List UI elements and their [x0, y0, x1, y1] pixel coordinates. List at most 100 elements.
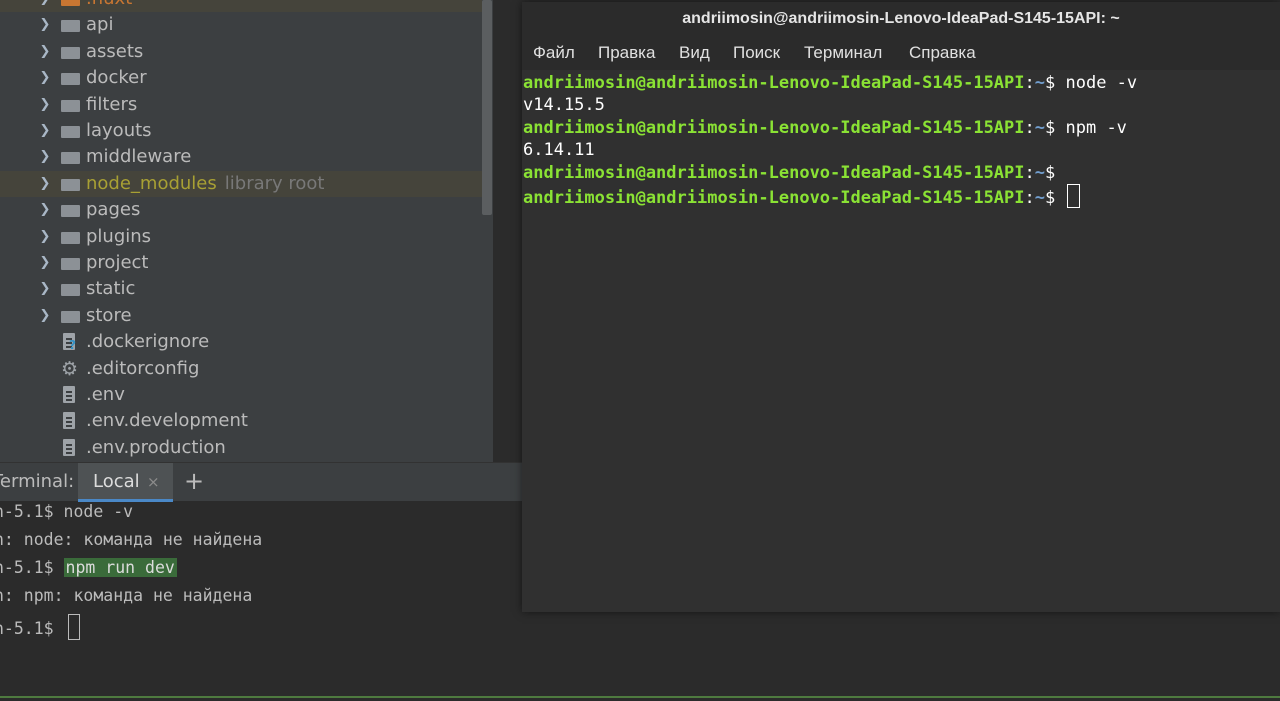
tree-item[interactable]: .env: [0, 382, 482, 408]
project-tree: ❯ .nuxt ❯ api ❯ assets ❯ docker ❯ filters ❯ layouts…: [0, 0, 493, 462]
tree-item[interactable]: ❯ pages: [0, 197, 482, 223]
system-terminal-output[interactable]: andriimosin@andriimosin-Lenovo-IdeaPad-S…: [522, 70, 1280, 612]
prompt-colon: :: [1024, 73, 1035, 93]
chevron-right-icon[interactable]: ❯: [38, 43, 52, 61]
tree-item[interactable]: ❯ api: [0, 12, 482, 38]
chevron-right-icon[interactable]: ❯: [38, 0, 52, 8]
menu-item[interactable]: Вид: [679, 43, 710, 63]
tree-item-name: docker: [86, 67, 147, 89]
tree-item-name: .env: [86, 384, 125, 405]
tree-scrollbar[interactable]: [482, 0, 492, 215]
folder-icon: [61, 256, 80, 270]
terminal-line: h: npm: команда не найдена: [0, 586, 252, 605]
terminal-text: npm run dev: [63, 558, 177, 577]
prompt-colon: :: [1024, 188, 1035, 208]
chevron-right-icon[interactable]: ❯: [38, 16, 52, 34]
tree-item[interactable]: ? .dockerignore: [0, 329, 482, 355]
folder-icon: [61, 124, 80, 138]
chevron-right-icon[interactable]: ❯: [38, 228, 52, 246]
prompt-dollar: $: [1045, 188, 1056, 208]
tree-item-name: project: [86, 252, 149, 273]
tree-item-label: middleware: [86, 145, 191, 169]
window-title[interactable]: andriimosin@andriimosin-Lenovo-IdeaPad-S…: [522, 2, 1280, 36]
gear-icon: ⚙: [61, 357, 79, 380]
tree-item[interactable]: ❯ assets: [0, 39, 482, 65]
chevron-right-icon[interactable]: ❯: [38, 175, 52, 193]
terminal-text: h: npm: команда не найдена: [0, 586, 253, 605]
prompt-dollar: $: [1045, 73, 1056, 93]
tree-item-label: store: [86, 304, 132, 328]
tree-item-label: .env: [86, 383, 125, 407]
tree-item-name: .env.development: [86, 410, 248, 432]
menu-item[interactable]: Справка: [909, 43, 976, 63]
menu-item[interactable]: Терминал: [804, 43, 882, 63]
tree-item-label: node_modules library root: [86, 172, 325, 196]
chevron-right-icon[interactable]: ❯: [38, 280, 52, 298]
tree-item-label: layouts: [86, 119, 152, 143]
new-terminal-button[interactable]: +: [184, 467, 204, 495]
file-icon: [63, 438, 77, 457]
terminal-cursor: [1066, 184, 1080, 208]
chevron-right-icon[interactable]: ❯: [38, 307, 52, 325]
tree-item-name: api: [86, 14, 114, 36]
tree-item[interactable]: ❯ layouts: [0, 118, 482, 144]
tree-item[interactable]: .env.production: [0, 435, 482, 461]
chevron-right-icon[interactable]: ❯: [38, 201, 52, 219]
folder-icon: [61, 309, 80, 323]
tree-item[interactable]: ❯ store: [0, 303, 482, 329]
tree-item-label: filters: [86, 93, 137, 117]
close-icon[interactable]: ×: [147, 473, 160, 491]
terminal-output: 6.14.11: [523, 140, 595, 161]
tree-item-name: .nuxt: [86, 0, 132, 9]
terminal-line: h-5.1$: [0, 614, 80, 640]
folder-icon: [61, 0, 80, 6]
menu-item[interactable]: Правка: [598, 43, 655, 63]
tree-item-name: plugins: [86, 225, 152, 247]
tree-item-name: layouts: [86, 120, 152, 141]
chevron-right-icon[interactable]: ❯: [38, 254, 52, 272]
folder-icon: [61, 177, 80, 191]
folder-icon: [61, 98, 80, 112]
folder-icon: [61, 150, 80, 165]
status-divider: [0, 696, 1280, 698]
terminal-command: npm -v: [1055, 117, 1127, 138]
menu-item[interactable]: Поиск: [733, 43, 780, 63]
tab-local[interactable]: Local ×: [78, 463, 173, 502]
terminal-line: h: node: команда не найдена: [0, 530, 262, 549]
file-icon: [63, 412, 77, 430]
folder-icon: [61, 18, 80, 33]
tree-item[interactable]: ⚙ .editorconfig: [0, 356, 482, 382]
terminal-line: andriimosin@andriimosin-Lenovo-IdeaPad-S…: [523, 117, 1127, 139]
tree-item[interactable]: .env.development: [0, 408, 482, 434]
prompt-user: andriimosin@andriimosin-Lenovo-IdeaPad-S…: [523, 162, 1025, 183]
prompt-user: andriimosin@andriimosin-Lenovo-IdeaPad-S…: [523, 188, 1025, 208]
prompt-user: andriimosin@andriimosin-Lenovo-IdeaPad-S…: [523, 117, 1025, 138]
tree-item-name: node_modules: [86, 172, 217, 194]
prompt-dollar: $: [1045, 162, 1056, 183]
terminal-line: andriimosin@andriimosin-Lenovo-IdeaPad-S…: [523, 184, 1080, 209]
tree-item[interactable]: ❯ middleware: [0, 144, 482, 170]
library-root-badge: library root: [224, 172, 325, 194]
tree-item-name: pages: [86, 199, 141, 221]
tree-item[interactable]: ❯ plugins: [0, 224, 482, 250]
chevron-right-icon[interactable]: ❯: [38, 96, 52, 114]
menu-bar: Файл Правка Вид Поиск Терминал Справка: [522, 36, 1280, 70]
tree-item[interactable]: ❯ filters: [0, 92, 482, 118]
tree-item-label: .dockerignore: [86, 330, 209, 354]
menu-item[interactable]: Файл: [533, 43, 575, 63]
terminal-text: h: node: команда не найдена: [0, 530, 263, 549]
tree-item[interactable]: ❯ project: [0, 250, 482, 276]
folder-icon: [61, 203, 80, 218]
terminal-line: andriimosin@andriimosin-Lenovo-IdeaPad-S…: [523, 162, 1055, 184]
tree-item[interactable]: ❯ .nuxt: [0, 0, 482, 12]
tree-item[interactable]: ❯ node_modules library root: [0, 170, 482, 197]
chevron-right-icon[interactable]: ❯: [38, 69, 52, 87]
tree-item[interactable]: ❯ static: [0, 276, 482, 302]
tree-item[interactable]: ❯ docker: [0, 65, 482, 91]
chevron-right-icon[interactable]: ❯: [38, 148, 52, 166]
chevron-right-icon[interactable]: ❯: [38, 122, 52, 140]
prompt-path: ~: [1034, 188, 1046, 208]
folder-icon: [61, 230, 80, 244]
ignore-file-icon: ?: [63, 333, 77, 351]
terminal-line: 6.14.11: [523, 139, 595, 161]
